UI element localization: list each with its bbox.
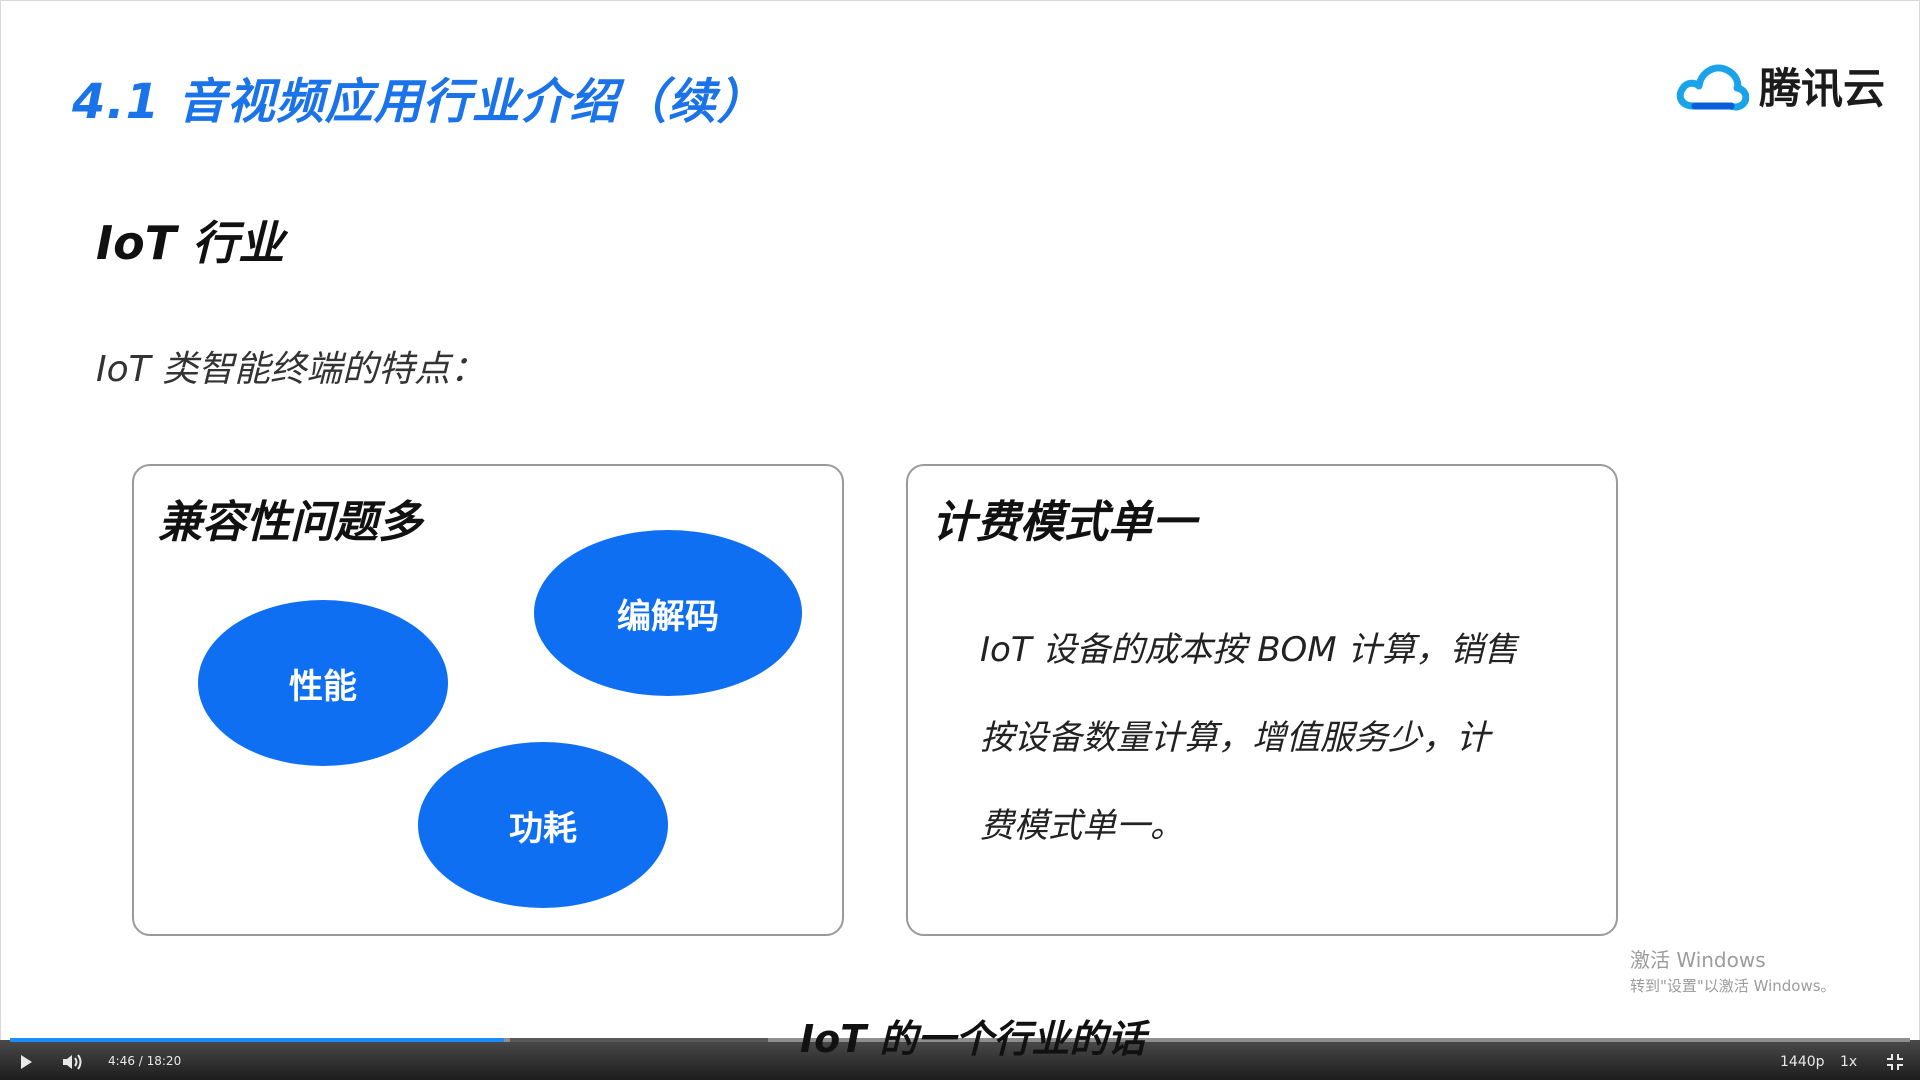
feature-intro: IoT 类智能终端的特点：: [96, 349, 487, 390]
time-display: 4:46 / 18:20: [108, 1054, 182, 1068]
volume-icon[interactable]: [62, 1053, 84, 1071]
watermark-line2: 转到"设置"以激活 Windows。: [1630, 977, 1836, 995]
body-line: IoT 设备的成本按 BOM 计算，销售: [980, 630, 1518, 670]
slide-title: 4.1 音视频应用行业介绍（续）: [72, 74, 766, 130]
progress-played: [10, 1038, 504, 1042]
exit-fullscreen-icon[interactable]: [1886, 1053, 1904, 1071]
card-title: 兼容性问题多: [158, 497, 422, 548]
cloud-logo-icon: [1676, 64, 1749, 111]
video-subtitle: IoT 的一个行业的话: [800, 1017, 1146, 1061]
progress-buffered: [510, 1038, 768, 1042]
quality-button[interactable]: 1440p: [1780, 1054, 1825, 1070]
tencent-cloud-logo: 腾讯云: [1675, 55, 1885, 116]
bubble-power: 功耗: [418, 742, 668, 908]
watermark-line1: 激活 Windows: [1630, 948, 1766, 972]
windows-activation-watermark: 激活 Windows 转到"设置"以激活 Windows。: [1630, 944, 1836, 996]
logo-text: 腾讯云: [1759, 64, 1886, 113]
billing-card: 计费模式单一 IoT 设备的成本按 BOM 计算，销售 按设备数量计算，增值服务…: [906, 464, 1618, 936]
body-line: 按设备数量计算，增值服务少，计: [980, 718, 1490, 758]
section-title: IoT 行业: [96, 216, 285, 270]
play-icon[interactable]: [18, 1054, 34, 1070]
bubble-performance: 性能: [198, 600, 448, 766]
compatibility-card: 兼容性问题多 性能 编解码 功耗: [132, 464, 844, 936]
bubble-codec: 编解码: [534, 530, 802, 696]
card-body: IoT 设备的成本按 BOM 计算，销售 按设备数量计算，增值服务少，计 费模式…: [980, 606, 1560, 870]
speed-button[interactable]: 1x: [1840, 1054, 1857, 1070]
card-title: 计费模式单一: [932, 497, 1196, 548]
body-line: 费模式单一。: [980, 806, 1184, 846]
